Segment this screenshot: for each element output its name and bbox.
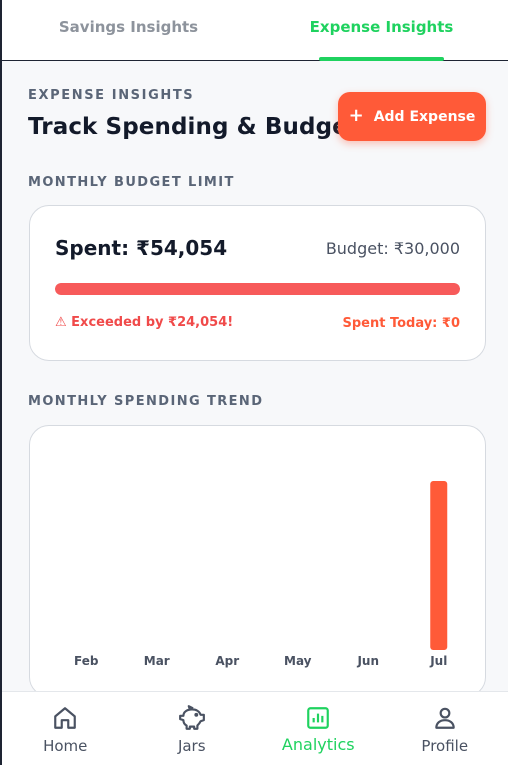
x-tick-label: Jul (429, 654, 447, 668)
x-tick-label: Mar (144, 654, 170, 668)
insights-tabs: Savings Insights Expense Insights (2, 0, 508, 61)
page-title: Track Spending & Budget (28, 114, 359, 140)
trend-section-label: MONTHLY SPENDING TREND (28, 394, 264, 409)
budget-progress-bar (55, 283, 460, 295)
budget-section-label: MONTHLY BUDGET LIMIT (28, 175, 235, 190)
tab-label: Savings Insights (58, 18, 199, 36)
analytics-icon (307, 707, 330, 729)
x-tick-label: Feb (74, 654, 99, 668)
nav-item-home[interactable]: Home (2, 692, 129, 765)
section-eyebrow: EXPENSE INSIGHTS (28, 88, 195, 103)
x-tick-label: Apr (215, 654, 239, 668)
active-tab-indicator (319, 57, 444, 61)
plus-icon: + (348, 104, 364, 126)
nav-label: Profile (421, 737, 469, 755)
nav-label: Home (43, 737, 88, 755)
spent-today: Spent Today: ₹0 (342, 316, 460, 331)
trend-card: Feb Mar Apr May Jun Jul (29, 425, 486, 697)
exceeded-warning: ⚠ Exceeded by ₹24,054! (55, 315, 234, 330)
chart-bar-jul (430, 481, 448, 650)
spent-amount: Spent: ₹54,054 (55, 236, 228, 260)
tab-savings-insights[interactable]: Savings Insights (2, 0, 255, 60)
add-expense-label: Add Expense (373, 108, 476, 125)
x-tick-label: Jun (356, 654, 379, 668)
budget-amount: Budget: ₹30,000 (325, 239, 460, 258)
nav-item-jars[interactable]: Jars (129, 692, 256, 765)
nav-item-analytics[interactable]: Analytics (255, 692, 382, 765)
budget-card: Spent: ₹54,054 Budget: ₹30,000 ⚠ Exceede… (29, 205, 486, 361)
add-expense-button[interactable]: + Add Expense (338, 92, 486, 141)
budget-progress-fill (55, 283, 460, 295)
nav-label: Jars (177, 737, 206, 755)
nav-item-profile[interactable]: Profile (382, 692, 508, 765)
tab-expense-insights[interactable]: Expense Insights (255, 0, 508, 61)
home-icon (54, 707, 77, 729)
nav-label: Analytics (281, 735, 355, 754)
tab-label: Expense Insights (309, 18, 454, 36)
spending-trend-chart: Feb Mar Apr May Jun Jul (74, 481, 448, 668)
profile-icon (435, 707, 455, 729)
x-tick-label: May (284, 654, 312, 668)
piggy-bank-icon (178, 705, 205, 730)
bottom-navigation: Home Jars Analytics Profile (2, 691, 508, 765)
